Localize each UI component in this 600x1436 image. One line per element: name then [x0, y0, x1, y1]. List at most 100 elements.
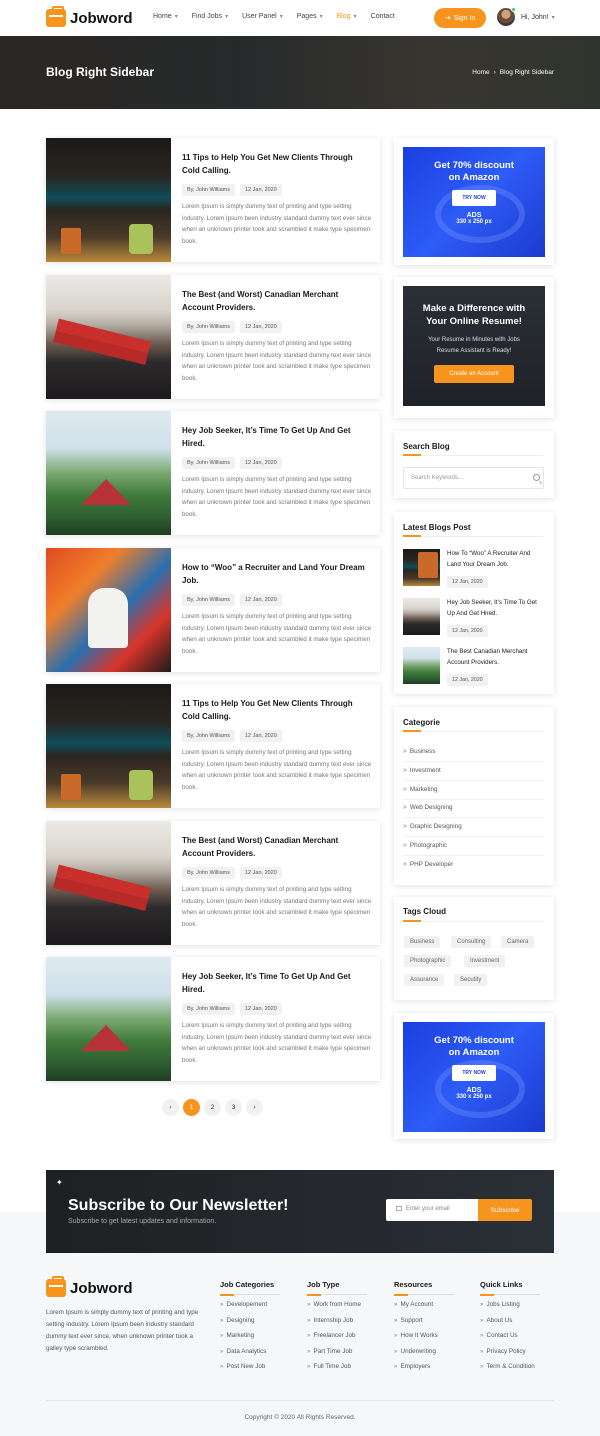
blog-post-card[interactable]: Hey Job Seeker, It’s Time To Get Up And … — [46, 411, 380, 535]
widget-title: Categorie — [403, 718, 440, 727]
post-image[interactable] — [46, 821, 171, 945]
post-title[interactable]: 11 Tips to Help You Get New Clients Thro… — [182, 151, 372, 177]
footer-link[interactable]: » Jobs Listing — [480, 1301, 540, 1317]
latest-post-title[interactable]: The Best Canadian Merchant Account Provi… — [447, 647, 545, 668]
footer-link[interactable]: » Part Time Job — [307, 1348, 367, 1364]
latest-post-item[interactable]: The Best Canadian Merchant Account Provi… — [403, 647, 545, 686]
post-excerpt: Lorem Ipsum is simply dummy text of prin… — [182, 749, 372, 792]
blog-post-card[interactable]: How to “Woo” a Recruiter and Land Your D… — [46, 548, 380, 672]
subscribe-button[interactable]: Subscribe — [478, 1199, 532, 1221]
tag-chip[interactable]: Camera — [501, 936, 535, 948]
latest-post-thumbnail[interactable] — [403, 598, 440, 635]
post-title[interactable]: Hey Job Seeker, It’s Time To Get Up And … — [182, 970, 372, 996]
breadcrumb-home[interactable]: Home — [472, 69, 489, 76]
footer-link[interactable]: » Privacy Policy — [480, 1348, 540, 1364]
post-author: By, John Williams — [182, 730, 235, 742]
tag-chip[interactable]: Consulting — [451, 936, 492, 948]
email-field[interactable]: Enter your email — [386, 1199, 478, 1221]
tag-chip[interactable]: Secutity — [454, 974, 488, 986]
try-now-button[interactable]: TRY NOW — [452, 190, 496, 206]
sign-in-button[interactable]: ⇥ Sign In — [434, 8, 486, 28]
prev-page-button[interactable]: ‹ — [162, 1099, 179, 1116]
nav-item-pages[interactable]: Pages ▾ — [297, 13, 323, 20]
footer-link[interactable]: » Contact Us — [480, 1332, 540, 1348]
latest-post-thumbnail[interactable] — [403, 647, 440, 684]
category-item[interactable]: » Marketing — [403, 781, 543, 800]
footer-link[interactable]: » How It Works — [394, 1332, 454, 1348]
footer-link[interactable]: » Work from Home — [307, 1301, 367, 1317]
footer-link-label: Full Time Job — [313, 1363, 351, 1370]
ad-banner[interactable]: Get 70% discount on Amazon TRY NOW ADS 33… — [403, 147, 545, 257]
post-image[interactable] — [46, 411, 171, 535]
latest-post-title[interactable]: Hey Job Seeker, It’s Time To Get Up And … — [447, 598, 545, 619]
search-icon[interactable] — [533, 474, 540, 481]
footer-link[interactable]: » Marketing — [220, 1332, 280, 1348]
blog-post-card[interactable]: 11 Tips to Help You Get New Clients Thro… — [46, 684, 380, 808]
next-page-button[interactable]: › — [246, 1099, 263, 1116]
double-chevron-right-icon: » — [480, 1363, 484, 1370]
post-image[interactable] — [46, 548, 171, 672]
nav-item-home[interactable]: Home ▾ — [153, 13, 178, 20]
latest-post-title[interactable]: How To “Woo” A Recruiter And Land Your D… — [447, 549, 545, 570]
footer-logo[interactable]: Jobword — [46, 1276, 133, 1297]
footer-link[interactable]: » Developement — [220, 1301, 280, 1317]
latest-post-item[interactable]: How To “Woo” A Recruiter And Land Your D… — [403, 549, 545, 588]
post-image[interactable] — [46, 275, 171, 399]
tag-chip[interactable]: Assurance — [404, 974, 445, 986]
double-chevron-right-icon: » — [307, 1316, 311, 1324]
footer-link[interactable]: » Support — [394, 1317, 454, 1333]
footer-link[interactable]: » Term & Condition — [480, 1363, 540, 1379]
page-button-2[interactable]: 2 — [204, 1099, 221, 1116]
footer-link[interactable]: » My Account — [394, 1301, 454, 1317]
post-image[interactable] — [46, 138, 171, 262]
post-title[interactable]: Hey Job Seeker, It’s Time To Get Up And … — [182, 424, 372, 450]
category-item[interactable]: » Web Designing — [403, 799, 543, 818]
footer-link[interactable]: » Employers — [394, 1363, 454, 1379]
logo[interactable]: Jobword — [46, 6, 133, 27]
tag-chip[interactable]: Investment — [464, 955, 506, 967]
post-image[interactable] — [46, 957, 171, 1081]
double-chevron-right-icon: » — [394, 1347, 398, 1355]
nav-item-user-panel[interactable]: User Panel ▾ — [242, 13, 283, 20]
ad-banner[interactable]: Get 70% discount on Amazon TRY NOW ADS 33… — [403, 1022, 545, 1132]
nav-item-find-jobs[interactable]: Find Jobs ▾ — [192, 13, 228, 20]
blog-post-card[interactable]: The Best (and Worst) Canadian Merchant A… — [46, 275, 380, 399]
post-title[interactable]: How to “Woo” a Recruiter and Land Your D… — [182, 561, 372, 587]
footer-column-title: Job Categories — [220, 1280, 275, 1289]
category-item[interactable]: » Business — [403, 743, 543, 762]
nav-item-contact[interactable]: Contact — [371, 13, 395, 20]
footer-link[interactable]: » Designing — [220, 1317, 280, 1333]
nav-item-blog[interactable]: Blog ▾ — [337, 13, 357, 20]
category-item[interactable]: » Graphic Designing — [403, 818, 543, 837]
blog-post-card[interactable]: Hey Job Seeker, It’s Time To Get Up And … — [46, 957, 380, 1081]
double-chevron-right-icon: » — [403, 861, 407, 868]
category-item[interactable]: » PHP Developer — [403, 856, 543, 875]
page-button-3[interactable]: 3 — [225, 1099, 242, 1116]
post-title[interactable]: The Best (and Worst) Canadian Merchant A… — [182, 288, 372, 314]
post-title[interactable]: 11 Tips to Help You Get New Clients Thro… — [182, 697, 372, 723]
footer-link[interactable]: » About Us — [480, 1317, 540, 1333]
category-item[interactable]: » Photographic — [403, 837, 543, 856]
search-input[interactable]: Search Keywords... — [403, 467, 544, 489]
user-menu[interactable]: Hi, John! ▾ — [497, 7, 555, 26]
footer-link[interactable]: » Full Time Job — [307, 1363, 367, 1379]
post-title[interactable]: The Best (and Worst) Canadian Merchant A… — [182, 834, 372, 860]
blog-post-card[interactable]: 11 Tips to Help You Get New Clients Thro… — [46, 138, 380, 262]
post-image[interactable] — [46, 684, 171, 808]
footer-link[interactable]: » Data Analytics — [220, 1348, 280, 1364]
footer-link[interactable]: » Internship Job — [307, 1317, 367, 1333]
create-account-button[interactable]: Create an Account — [434, 365, 514, 383]
latest-post-date: 12 Jan, 2020 — [447, 576, 488, 588]
blog-post-card[interactable]: The Best (and Worst) Canadian Merchant A… — [46, 821, 380, 945]
page-button-1[interactable]: 1 — [183, 1099, 200, 1116]
latest-post-item[interactable]: Hey Job Seeker, It’s Time To Get Up And … — [403, 598, 545, 637]
footer-link-label: Term & Condition — [486, 1363, 535, 1370]
footer-link[interactable]: » Underwriting — [394, 1348, 454, 1364]
footer-link[interactable]: » Post New Job — [220, 1363, 280, 1379]
category-item[interactable]: » Investment — [403, 762, 543, 781]
footer-link[interactable]: » Freelancer Job — [307, 1332, 367, 1348]
latest-post-thumbnail[interactable] — [403, 549, 440, 586]
try-now-button[interactable]: TRY NOW — [452, 1065, 496, 1081]
tag-chip[interactable]: Photographic — [404, 955, 452, 967]
tag-chip[interactable]: Business — [404, 936, 441, 948]
